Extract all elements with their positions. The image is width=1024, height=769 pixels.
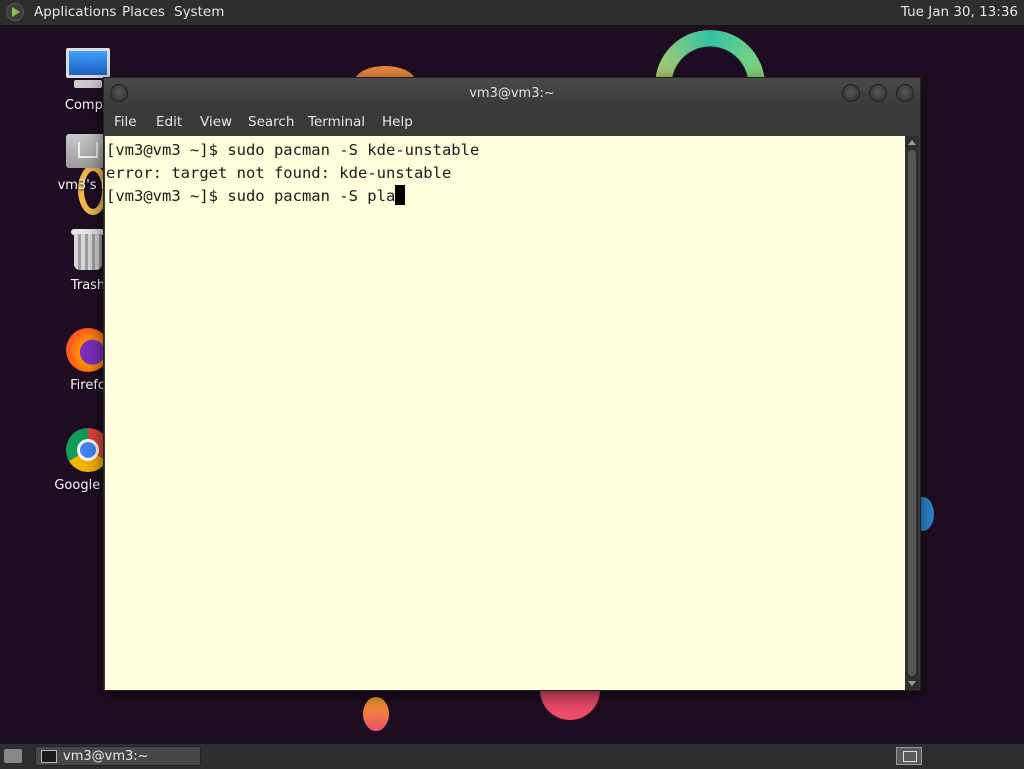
menu-file[interactable]: File: [114, 114, 137, 130]
menu-edit[interactable]: Edit: [156, 114, 182, 130]
scroll-up-icon[interactable]: [908, 140, 916, 145]
menu-help[interactable]: Help: [382, 114, 413, 130]
terminal-icon: [41, 750, 57, 763]
text-cursor: [395, 185, 406, 205]
menu-view[interactable]: View: [200, 114, 232, 130]
close-button[interactable]: [896, 84, 914, 102]
terminal-line: error: target not found: kde-unstable: [106, 164, 452, 182]
minimize-button[interactable]: [842, 84, 860, 102]
scroll-down-icon[interactable]: [908, 681, 916, 686]
bottom-panel: vm3@vm3:~: [0, 743, 1024, 769]
scrollbar[interactable]: [905, 136, 919, 690]
maximize-button[interactable]: [869, 84, 887, 102]
menu-search[interactable]: Search: [248, 114, 294, 130]
top-panel: Applications Places System Tue Jan 30, 1…: [0, 0, 1024, 26]
applications-menu[interactable]: Applications: [34, 4, 116, 20]
scrollbar-thumb[interactable]: [908, 150, 916, 676]
terminal-line: [vm3@vm3 ~]$ sudo pacman -S pla: [106, 187, 396, 205]
show-desktop-icon[interactable]: [4, 749, 22, 763]
menu-terminal[interactable]: Terminal: [308, 114, 365, 130]
terminal-window: vm3@vm3:~ File Edit View Search Terminal…: [103, 77, 921, 691]
workspace-window-icon: [903, 751, 917, 762]
system-menu[interactable]: System: [174, 4, 224, 20]
terminal-line: [vm3@vm3 ~]$ sudo pacman -S kde-unstable: [106, 141, 480, 159]
clock[interactable]: Tue Jan 30, 13:36: [901, 4, 1018, 20]
workspace-switcher[interactable]: [896, 747, 922, 765]
window-menubar: File Edit View Search Terminal Help: [104, 108, 920, 136]
taskbar-label: vm3@vm3:~: [63, 749, 149, 764]
terminal-area[interactable]: [vm3@vm3 ~]$ sudo pacman -S kde-unstable…: [105, 136, 906, 690]
taskbar-window-button[interactable]: vm3@vm3:~: [35, 746, 201, 766]
window-titlebar[interactable]: vm3@vm3:~: [104, 78, 920, 108]
window-title: vm3@vm3:~: [469, 86, 555, 101]
menu-launcher-icon[interactable]: [6, 3, 24, 21]
terminal-input-line: [vm3@vm3 ~]$ sudo pacman -S pla: [106, 185, 906, 208]
wallpaper-blob: [363, 697, 389, 731]
places-menu[interactable]: Places: [122, 4, 165, 20]
